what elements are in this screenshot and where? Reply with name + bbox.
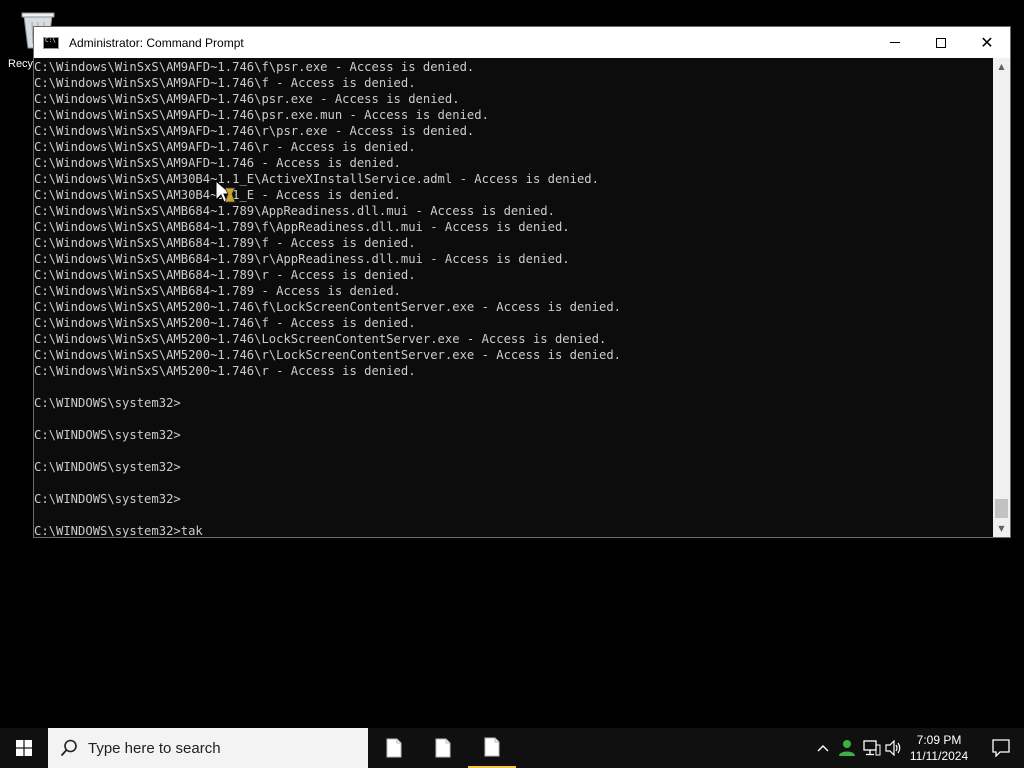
console-line: C:\Windows\WinSxS\AMB684~1.789\r - Acces… — [34, 268, 416, 282]
chevron-up-icon — [817, 745, 829, 752]
network-icon — [863, 740, 881, 756]
window-titlebar[interactable]: Administrator: Command Prompt ✕ — [34, 27, 1010, 58]
taskbar-app-file-1[interactable] — [370, 728, 418, 768]
taskbar-clock[interactable]: 7:09 PM 11/11/2024 — [900, 728, 978, 768]
minimize-icon — [890, 42, 900, 43]
console-line: C:\Windows\WinSxS\AMB684~1.789\f\AppRead… — [34, 220, 570, 234]
file-icon — [386, 738, 402, 758]
clock-date: 11/11/2024 — [909, 749, 969, 763]
console-line: C:\WINDOWS\system32> — [34, 428, 181, 442]
console-line: C:\Windows\WinSxS\AMB684~1.789\r\AppRead… — [34, 252, 570, 266]
console-output[interactable]: C:\Windows\WinSxS\AM9AFD~1.746\f\psr.exe… — [34, 58, 993, 537]
console-line: C:\WINDOWS\system32> — [34, 460, 181, 474]
console-lines: C:\Windows\WinSxS\AM9AFD~1.746\f\psr.exe… — [34, 59, 621, 537]
console-line: C:\Windows\WinSxS\AM30B4~1.1_E\ActiveXIn… — [34, 172, 599, 186]
file-icon — [435, 738, 451, 758]
console-line: C:\Windows\WinSxS\AMB684~1.789 - Access … — [34, 284, 401, 298]
taskbar-search-box[interactable]: Type here to search — [48, 728, 368, 768]
console-line: C:\Windows\WinSxS\AMB684~1.789\AppReadin… — [34, 204, 555, 218]
notification-icon — [992, 739, 1010, 757]
console-line: C:\WINDOWS\system32>tak — [34, 524, 203, 537]
file-icon — [484, 737, 500, 757]
console-line: C:\WINDOWS\system32> — [34, 396, 181, 410]
scroll-up-arrow-icon[interactable]: ▲ — [993, 58, 1010, 75]
console-line: C:\Windows\WinSxS\AM30B4~1.1_E - Access … — [34, 188, 401, 202]
console-line: C:\Windows\WinSxS\AM5200~1.746\f - Acces… — [34, 316, 416, 330]
window-title: Administrator: Command Prompt — [69, 35, 244, 50]
busy-cursor-icon — [215, 180, 236, 203]
console-line: C:\Windows\WinSxS\AM9AFD~1.746\psr.exe.m… — [34, 108, 489, 122]
vertical-scrollbar[interactable]: ▲ ▼ — [993, 58, 1010, 537]
console-line: C:\Windows\WinSxS\AM9AFD~1.746\psr.exe -… — [34, 92, 460, 106]
console-line: C:\Windows\WinSxS\AM5200~1.746\r\LockScr… — [34, 348, 621, 362]
start-button[interactable] — [0, 728, 48, 768]
scroll-down-arrow-icon[interactable]: ▼ — [993, 520, 1010, 537]
taskbar-app-file-3[interactable] — [468, 728, 516, 768]
search-placeholder: Type here to search — [88, 739, 221, 757]
cmd-icon — [43, 36, 59, 49]
minimize-button[interactable] — [872, 27, 918, 58]
console-line: C:\Windows\WinSxS\AM9AFD~1.746\f\psr.exe… — [34, 60, 475, 74]
clock-time: 7:09 PM — [916, 733, 962, 747]
scrollbar-thumb[interactable] — [995, 499, 1008, 518]
person-status-icon — [839, 740, 855, 756]
tray-network[interactable] — [860, 728, 884, 768]
taskbar-app-file-2[interactable] — [419, 728, 467, 768]
maximize-icon — [936, 37, 946, 48]
console-line: C:\Windows\WinSxS\AM5200~1.746\r - Acces… — [34, 364, 416, 378]
console-line: C:\Windows\WinSxS\AM5200~1.746\LockScree… — [34, 332, 607, 346]
maximize-button[interactable] — [918, 27, 964, 58]
search-icon — [60, 739, 77, 757]
command-prompt-window[interactable]: Administrator: Command Prompt ✕ C:\Windo… — [33, 26, 1011, 538]
windows-logo-icon — [16, 740, 32, 756]
console-line: C:\Windows\WinSxS\AM9AFD~1.746\r\psr.exe… — [34, 124, 475, 138]
console-line: C:\WINDOWS\system32> — [34, 492, 181, 506]
taskbar: Type here to search 7:09 PM 11/11/2024 — [0, 728, 1024, 768]
tray-user-status[interactable] — [835, 728, 859, 768]
close-button[interactable]: ✕ — [964, 27, 1010, 58]
action-center-button[interactable] — [978, 728, 1024, 768]
console-line: C:\Windows\WinSxS\AM9AFD~1.746\r - Acces… — [34, 140, 416, 154]
console-line: C:\Windows\WinSxS\AM9AFD~1.746 - Access … — [34, 156, 401, 170]
console-line: C:\Windows\WinSxS\AMB684~1.789\f - Acces… — [34, 236, 416, 250]
console-line: C:\Windows\WinSxS\AM5200~1.746\f\LockScr… — [34, 300, 621, 314]
close-icon: ✕ — [980, 32, 994, 52]
console-line: C:\Windows\WinSxS\AM9AFD~1.746\f - Acces… — [34, 76, 416, 90]
show-hidden-icons-button[interactable] — [812, 728, 834, 768]
